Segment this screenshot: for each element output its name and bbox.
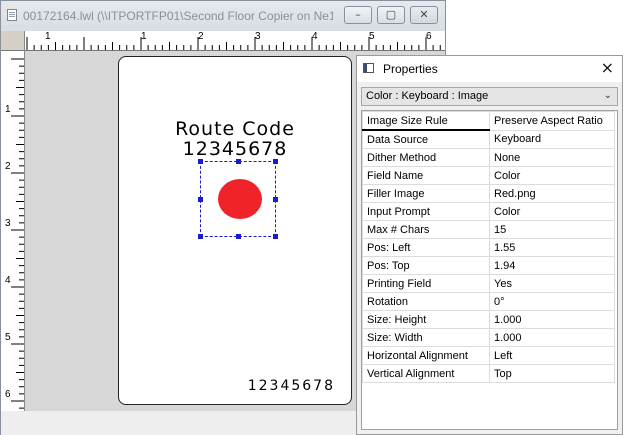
resize-handle-bottom-left[interactable]	[198, 234, 203, 239]
document-icon	[7, 9, 17, 21]
ruler-h-label: 1	[45, 31, 51, 42]
property-value[interactable]: 1.000	[489, 310, 615, 329]
ruler-h-label: 5	[369, 31, 375, 42]
property-name: Filler Image	[362, 184, 490, 203]
property-row[interactable]: Input Prompt Color	[362, 202, 615, 221]
window-title: 00172164.lwl (\\ITPORTFP01\Second Floor …	[23, 9, 333, 23]
property-value[interactable]: Keyboard	[489, 129, 615, 149]
property-name: Pos: Left	[362, 238, 490, 257]
ruler-v-label: 1	[5, 104, 11, 115]
ruler-v-label: 3	[5, 218, 11, 229]
properties-window: Properties × Color : Keyboard : Image ⌄ …	[356, 55, 623, 435]
property-value[interactable]: Red.png	[489, 184, 615, 203]
property-name: Size: Width	[362, 328, 490, 347]
ruler-v-label: 2	[5, 161, 11, 172]
property-row[interactable]: Dither Method None	[362, 148, 615, 167]
property-name: Dither Method	[362, 148, 490, 167]
properties-title: Properties	[383, 62, 438, 76]
property-value[interactable]: Top	[489, 364, 615, 383]
property-row[interactable]: Size: Width 1.000	[362, 328, 615, 347]
object-selector-value: Color : Keyboard : Image	[366, 90, 489, 102]
minimize-button[interactable]: –	[344, 6, 372, 24]
resize-handle-left[interactable]	[198, 197, 203, 202]
property-value[interactable]: None	[489, 148, 615, 167]
ruler-h-label: 2	[198, 31, 204, 42]
property-value[interactable]: 1.000	[489, 328, 615, 347]
property-value[interactable]: 1.94	[489, 256, 615, 275]
property-value[interactable]: Color	[489, 202, 615, 221]
resize-handle-bottom-right[interactable]	[273, 234, 278, 239]
ruler-h-label: 3	[255, 31, 261, 42]
property-row[interactable]: Vertical Alignment Top	[362, 364, 615, 383]
object-selector-dropdown[interactable]: Color : Keyboard : Image ⌄	[361, 87, 618, 106]
property-name: Vertical Alignment	[362, 364, 490, 383]
property-row[interactable]: Rotation 0°	[362, 292, 615, 311]
property-row[interactable]: Horizontal Alignment Left	[362, 346, 615, 365]
property-name: Horizontal Alignment	[362, 346, 490, 365]
vertical-ruler: 1 2 3 4 5 6	[1, 51, 25, 411]
route-code-number-field[interactable]: 12345678	[119, 138, 351, 160]
property-table: Image Size Rule Preserve Aspect Ratio Data…	[362, 111, 615, 383]
resize-handle-top-left[interactable]	[198, 159, 203, 164]
property-value[interactable]: Color	[489, 166, 615, 185]
property-name: Printing Field	[362, 274, 490, 293]
chevron-down-icon[interactable]: ⌄	[604, 90, 612, 101]
ruler-h-label: 6	[426, 31, 432, 42]
property-name: Rotation	[362, 292, 490, 311]
ruler-v-label: 5	[5, 332, 11, 343]
properties-title-bar[interactable]: Properties ×	[357, 56, 622, 82]
horizontal-ruler: 1 1 2 3 4 5 6	[25, 31, 445, 51]
property-value[interactable]: Left	[489, 346, 615, 365]
resize-handle-bottom[interactable]	[236, 234, 241, 239]
properties-icon	[363, 63, 374, 73]
property-row[interactable]: Filler Image Red.png	[362, 184, 615, 203]
property-row[interactable]: Image Size Rule Preserve Aspect Ratio	[362, 111, 615, 131]
route-code-title-field[interactable]: Route Code	[119, 118, 351, 140]
property-name: Image Size Rule	[362, 111, 490, 131]
ruler-h-label: 4	[312, 31, 318, 42]
property-row[interactable]: Size: Height 1.000	[362, 310, 615, 329]
property-name: Size: Height	[362, 310, 490, 329]
maximize-button[interactable]: ▢	[377, 6, 405, 24]
resize-handle-top[interactable]	[236, 159, 241, 164]
property-row[interactable]: Printing Field Yes	[362, 274, 615, 293]
property-grid: Image Size Rule Preserve Aspect Ratio Data…	[361, 110, 618, 430]
property-value[interactable]: 0°	[489, 292, 615, 311]
resize-handle-top-right[interactable]	[273, 159, 278, 164]
property-name: Data Source	[362, 129, 490, 149]
property-row[interactable]: Pos: Top 1.94	[362, 256, 615, 275]
footer-code-field[interactable]: 12345678	[248, 378, 335, 394]
property-value[interactable]: Preserve Aspect Ratio	[489, 111, 615, 131]
ruler-v-label: 6	[5, 389, 11, 400]
property-row[interactable]: Max # Chars 15	[362, 220, 615, 239]
property-name: Max # Chars	[362, 220, 490, 239]
property-name: Field Name	[362, 166, 490, 185]
designer-title-bar[interactable]: 00172164.lwl (\\ITPORTFP01\Second Floor …	[1, 1, 445, 31]
property-row[interactable]: Field Name Color	[362, 166, 615, 185]
selected-image-field[interactable]	[198, 159, 278, 239]
close-button[interactable]: ✕	[410, 6, 438, 24]
ruler-v-label: 4	[5, 275, 11, 286]
ruler-corner	[1, 31, 25, 51]
resize-handle-right[interactable]	[273, 197, 278, 202]
property-row[interactable]: Data Source Keyboard	[362, 129, 615, 149]
property-name: Input Prompt	[362, 202, 490, 221]
red-circle-image	[218, 179, 262, 219]
label-card[interactable]: Route Code 12345678 12345678	[118, 56, 352, 405]
property-value[interactable]: Yes	[489, 274, 615, 293]
property-value[interactable]: 1.55	[489, 238, 615, 257]
property-row[interactable]: Pos: Left 1.55	[362, 238, 615, 257]
property-value[interactable]: 15	[489, 220, 615, 239]
property-name: Pos: Top	[362, 256, 490, 275]
ruler-h-label: 1	[141, 31, 147, 42]
close-icon[interactable]: ×	[601, 59, 614, 77]
